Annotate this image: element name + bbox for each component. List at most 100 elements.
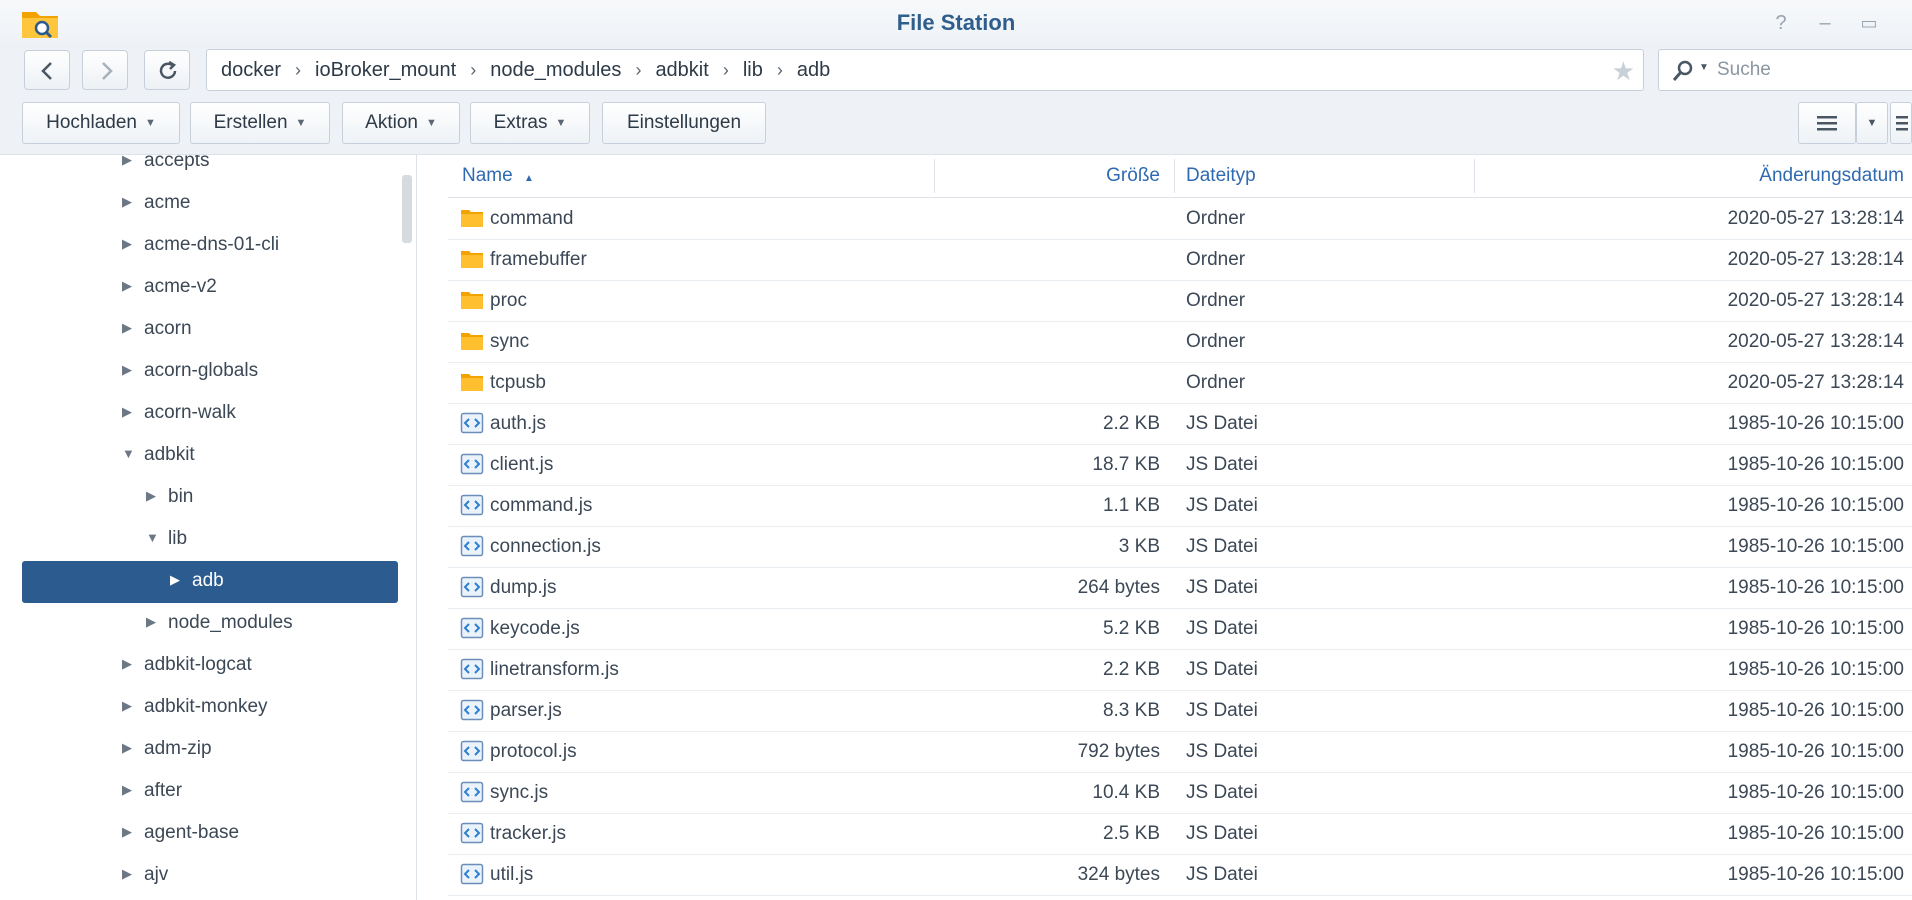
expand-caret-down-icon[interactable]: ▼ — [146, 530, 159, 545]
expand-caret-right-icon[interactable]: ▶ — [122, 362, 132, 378]
search-input[interactable]: ▼ Suche — [1658, 49, 1912, 91]
tree-item-adbkit-logcat[interactable]: ▶ adbkit-logcat — [22, 645, 398, 687]
expand-caret-right-icon[interactable]: ▶ — [122, 278, 132, 294]
file-type: JS Datei — [1186, 700, 1258, 721]
tree-item-node_modules[interactable]: ▶ node_modules — [22, 603, 398, 645]
expand-caret-right-icon[interactable]: ▶ — [122, 866, 132, 882]
refresh-button[interactable] — [144, 50, 190, 90]
file-row[interactable]: command Ordner 2020-05-27 13:28:14 — [448, 198, 1912, 240]
expand-caret-right-icon[interactable]: ▶ — [122, 782, 132, 798]
expand-caret-right-icon[interactable]: ▶ — [122, 404, 132, 420]
toolbar: Hochladen ▼ Erstellen ▼ Aktion ▼ Extras ▼ Ei… — [0, 96, 1912, 155]
detail-view-button[interactable] — [1890, 102, 1912, 144]
tree-item-adbkit-monkey[interactable]: ▶ adbkit-monkey — [22, 687, 398, 729]
tree-scrollbar[interactable] — [402, 175, 412, 243]
expand-caret-right-icon[interactable]: ▶ — [122, 236, 132, 252]
file-row[interactable]: tracker.js 2.5 KB JS Datei 1985-10-26 10:15… — [448, 813, 1912, 855]
expand-caret-right-icon[interactable]: ▶ — [122, 155, 132, 168]
tree-item-acorn-globals[interactable]: ▶ acorn-globals — [22, 351, 398, 393]
tree-item-acme-v2[interactable]: ▶ acme-v2 — [22, 267, 398, 309]
tree-item-label: lib — [168, 528, 188, 549]
file-row[interactable]: command.js 1.1 KB JS Datei 1985-10-26 10:15… — [448, 485, 1912, 527]
expand-caret-right-icon[interactable]: ▶ — [170, 572, 180, 588]
expand-caret-right-icon[interactable]: ▶ — [122, 740, 132, 756]
breadcrumb-item[interactable]: adb — [793, 59, 834, 82]
search-options-caret-icon[interactable]: ▼ — [1699, 62, 1709, 73]
expand-caret-right-icon[interactable]: ▶ — [146, 488, 156, 504]
column-divider[interactable] — [1174, 159, 1175, 193]
expand-caret-right-icon[interactable]: ▶ — [122, 824, 132, 840]
expand-caret-right-icon[interactable]: ▶ — [146, 614, 156, 630]
expand-caret-right-icon[interactable]: ▶ — [122, 698, 132, 714]
file-row[interactable]: framebuffer Ordner 2020-05-27 13:28:14 — [448, 239, 1912, 281]
settings-button[interactable]: Einstellungen — [602, 102, 766, 144]
expand-caret-right-icon[interactable]: ▶ — [122, 656, 132, 672]
tree-item-adbkit[interactable]: ▼ adbkit — [22, 435, 398, 477]
tree-item-agent-base[interactable]: ▶ agent-base — [22, 813, 398, 855]
file-row[interactable]: client.js 18.7 KB JS Datei 1985-10-26 10:15… — [448, 444, 1912, 486]
list-view-button[interactable] — [1798, 102, 1856, 144]
file-row[interactable]: keycode.js 5.2 KB JS Datei 1985-10-26 10:15… — [448, 608, 1912, 650]
maximize-icon[interactable]: ▭ — [1856, 10, 1882, 36]
file-size: 264 bytes — [1077, 577, 1160, 598]
file-row[interactable]: util.js 324 bytes JS Datei 1985-10-26 10:15… — [448, 854, 1912, 896]
file-row[interactable]: tcpusb Ordner 2020-05-27 13:28:14 — [448, 362, 1912, 404]
file-row[interactable]: parser.js 8.3 KB JS Datei 1985-10-26 10:15:… — [448, 690, 1912, 732]
column-header-type[interactable]: Dateityp — [1186, 155, 1256, 197]
tree-item-after[interactable]: ▶ after — [22, 771, 398, 813]
file-row[interactable]: linetransform.js 2.2 KB JS Datei 1985-10-26… — [448, 649, 1912, 691]
file-size: 5.2 KB — [1102, 618, 1160, 639]
tree-item-label: acme-v2 — [144, 276, 217, 297]
js-file-icon — [460, 822, 484, 844]
breadcrumb-item[interactable]: node_modules — [486, 59, 625, 82]
tree-item-accepts[interactable]: ▶ accepts — [22, 155, 398, 183]
back-button[interactable] — [24, 50, 70, 90]
folder-icon — [461, 292, 483, 309]
extras-button[interactable]: Extras ▼ — [470, 102, 590, 144]
tree-item-label: adb — [192, 570, 224, 591]
file-type: JS Datei — [1186, 454, 1258, 475]
action-button[interactable]: Aktion ▼ — [342, 102, 460, 144]
tree-item-bin[interactable]: ▶ bin — [22, 477, 398, 519]
file-row[interactable]: protocol.js 792 bytes JS Datei 1985-10-26 1… — [448, 731, 1912, 773]
file-row[interactable]: proc Ordner 2020-05-27 13:28:14 — [448, 280, 1912, 322]
favorite-star-icon[interactable]: ★ — [1612, 56, 1635, 87]
file-name: tracker.js — [490, 823, 567, 844]
tree-item-acorn-walk[interactable]: ▶ acorn-walk — [22, 393, 398, 435]
tree-item-acorn[interactable]: ▶ acorn — [22, 309, 398, 351]
forward-button[interactable] — [82, 50, 128, 90]
file-name: tcpusb — [490, 372, 546, 393]
tree-item-adb[interactable]: ▶ adb — [22, 561, 398, 603]
file-row[interactable]: sync Ordner 2020-05-27 13:28:14 — [448, 321, 1912, 363]
file-row[interactable]: sync.js 10.4 KB JS Datei 1985-10-26 10:15:0… — [448, 772, 1912, 814]
folder-tree: ▶ accepts ▶ acme ▶ acme-dns-01-cli ▶ acme-v2 ▶ ac… — [0, 155, 417, 900]
column-header-modified[interactable]: Änderungsdatum — [1474, 155, 1904, 197]
file-type: JS Datei — [1186, 782, 1258, 803]
tree-item-acme-dns-01-cli[interactable]: ▶ acme-dns-01-cli — [22, 225, 398, 267]
help-icon[interactable]: ? — [1768, 10, 1794, 36]
breadcrumb-item[interactable]: adbkit — [651, 59, 712, 82]
expand-caret-right-icon[interactable]: ▶ — [122, 320, 132, 336]
file-name: linetransform.js — [490, 659, 619, 680]
upload-button[interactable]: Hochladen ▼ — [22, 102, 180, 144]
breadcrumb-item[interactable]: lib — [739, 59, 767, 82]
file-row[interactable]: dump.js 264 bytes JS Datei 1985-10-26 10:15… — [448, 567, 1912, 609]
minimize-icon[interactable]: – — [1812, 10, 1838, 36]
column-header-name[interactable]: Name ▲ — [462, 155, 534, 197]
tree-item-acme[interactable]: ▶ acme — [22, 183, 398, 225]
expand-caret-right-icon[interactable]: ▶ — [122, 194, 132, 210]
column-header-size[interactable]: Größe — [934, 155, 1160, 197]
breadcrumb-item[interactable]: ioBroker_mount — [311, 59, 460, 82]
file-row[interactable]: connection.js 3 KB JS Datei 1985-10-26 10:1… — [448, 526, 1912, 568]
create-button[interactable]: Erstellen ▼ — [190, 102, 330, 144]
breadcrumb-item[interactable]: docker — [217, 59, 285, 82]
tree-item-lib[interactable]: ▼ lib — [22, 519, 398, 561]
path-bar[interactable]: docker › ioBroker_mount › node_modules ›… — [206, 49, 1644, 91]
tree-item-adm-zip[interactable]: ▶ adm-zip — [22, 729, 398, 771]
tree-item-ajv[interactable]: ▶ ajv — [22, 855, 398, 897]
view-options-button[interactable]: ▼ — [1856, 102, 1888, 144]
file-name: protocol.js — [490, 741, 577, 762]
chevron-right-icon: › — [470, 59, 477, 80]
file-row[interactable]: auth.js 2.2 KB JS Datei 1985-10-26 10:15:00 — [448, 403, 1912, 445]
expand-caret-down-icon[interactable]: ▼ — [122, 446, 135, 461]
